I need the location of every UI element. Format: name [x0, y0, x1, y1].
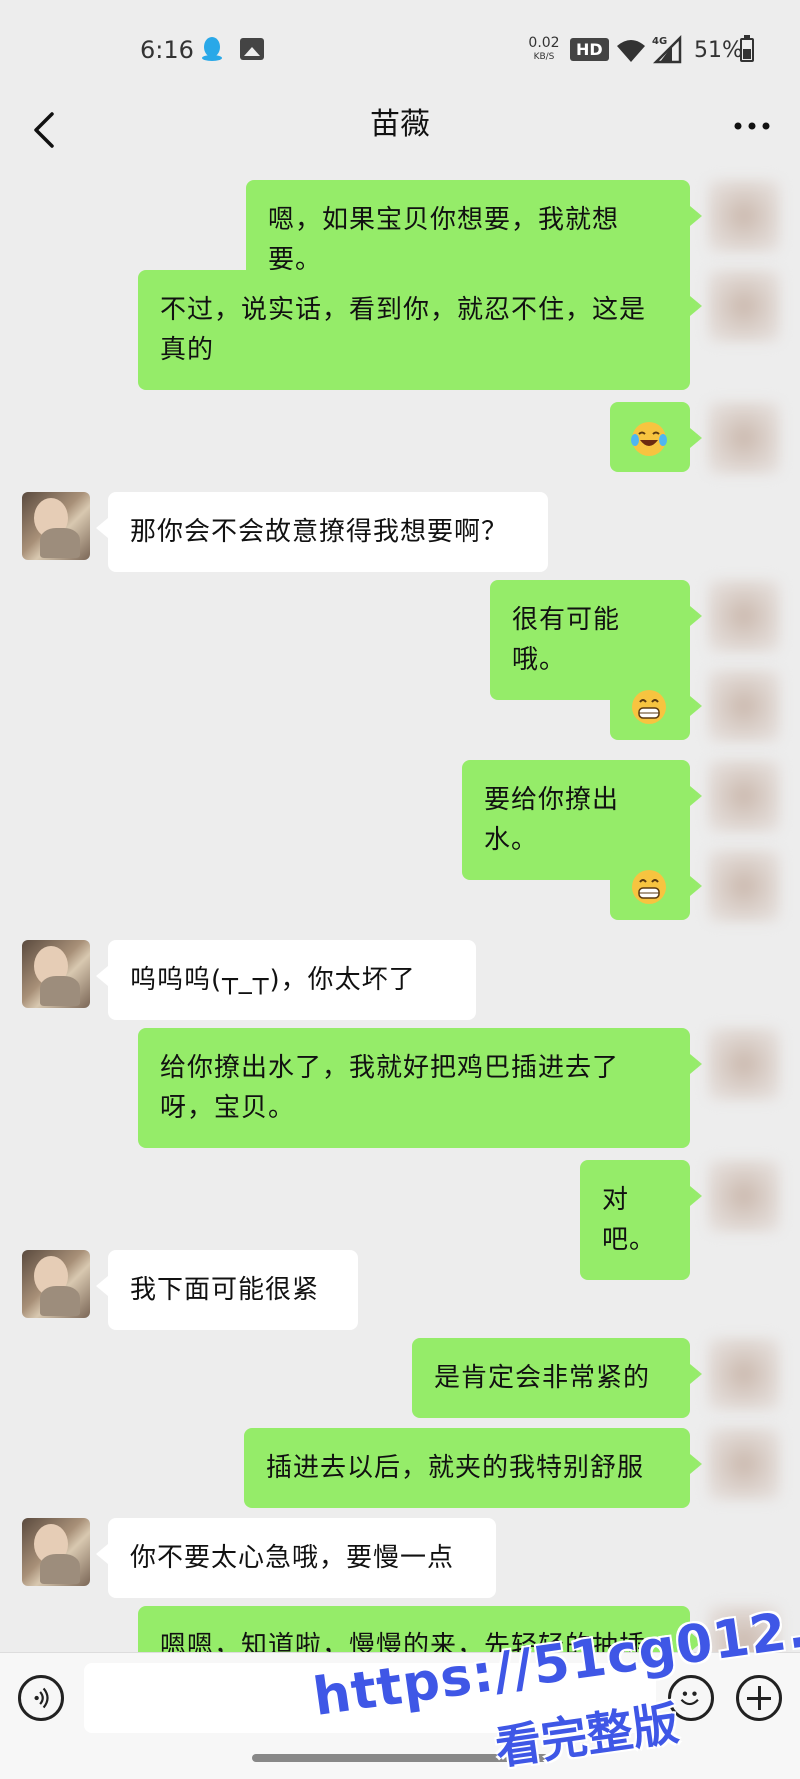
- message-bubble-self[interactable]: 插进去以后，就夹的我特别舒服: [244, 1428, 702, 1508]
- qq-icon: [202, 37, 222, 61]
- voice-icon[interactable]: [18, 1675, 64, 1721]
- message-bubble-self[interactable]: 给你撩出水了，我就好把鸡巴插进去了呀，宝贝。: [138, 1028, 702, 1148]
- message-bubble-contact[interactable]: 呜呜呜(┬_┬)，你太坏了: [96, 940, 476, 1020]
- avatar-self[interactable]: [708, 580, 780, 652]
- battery-icon: [740, 35, 754, 62]
- chat-header: 苗薇: [0, 100, 800, 162]
- avatar-contact[interactable]: [22, 1250, 90, 1318]
- hd-badge: HD: [570, 38, 609, 61]
- battery-percent: 51%: [694, 38, 743, 63]
- avatar-self[interactable]: [708, 760, 780, 832]
- message-bubble-self[interactable]: [610, 670, 702, 740]
- message-bubble-self[interactable]: [610, 850, 702, 920]
- avatar-self[interactable]: [708, 1338, 780, 1410]
- avatar-contact[interactable]: [22, 492, 90, 560]
- message-bubble-contact[interactable]: 我下面可能很紧: [96, 1250, 358, 1330]
- image-notification-icon: [240, 38, 264, 60]
- tears-of-joy-emoji-icon: [631, 421, 667, 456]
- chat-title[interactable]: 苗薇: [0, 100, 800, 150]
- avatar-self[interactable]: [708, 180, 780, 252]
- status-time: 6:16: [140, 36, 194, 64]
- grin-emoji-icon: [632, 689, 666, 724]
- signal-icon: 4G: [652, 34, 682, 64]
- avatar-contact[interactable]: [22, 940, 90, 1008]
- avatar-self[interactable]: [708, 850, 780, 922]
- message-list[interactable]: 嗯，如果宝贝你想要，我就想要。 不过，说实话，看到你，就忍不住，这是真的 那你会…: [0, 162, 800, 1652]
- network-speed: 0.02 KB/S: [528, 35, 560, 62]
- grin-emoji-icon: [632, 869, 666, 904]
- avatar-self[interactable]: [708, 1160, 780, 1232]
- avatar-self[interactable]: [708, 402, 780, 474]
- avatar-self[interactable]: [708, 1428, 780, 1500]
- message-bubble-self[interactable]: 对吧。: [580, 1160, 702, 1280]
- message-bubble-self[interactable]: 是肯定会非常紧的: [412, 1338, 702, 1418]
- status-bar: 6:16 0.02 KB/S HD 4G 51%: [0, 0, 800, 100]
- network-type: 4G: [652, 36, 667, 47]
- message-bubble-contact[interactable]: 你不要太心急哦，要慢一点: [96, 1518, 496, 1598]
- avatar-contact[interactable]: [22, 1518, 90, 1586]
- plus-icon[interactable]: [736, 1675, 782, 1721]
- avatar-self[interactable]: [708, 1028, 780, 1100]
- avatar-self[interactable]: [708, 670, 780, 742]
- message-bubble-self[interactable]: 不过，说实话，看到你，就忍不住，这是真的: [138, 270, 702, 390]
- message-bubble-self[interactable]: [610, 402, 702, 472]
- avatar-self[interactable]: [708, 270, 780, 342]
- wifi-icon: [617, 40, 645, 62]
- message-bubble-contact[interactable]: 那你会不会故意撩得我想要啊？: [96, 492, 548, 572]
- more-icon[interactable]: [732, 116, 772, 136]
